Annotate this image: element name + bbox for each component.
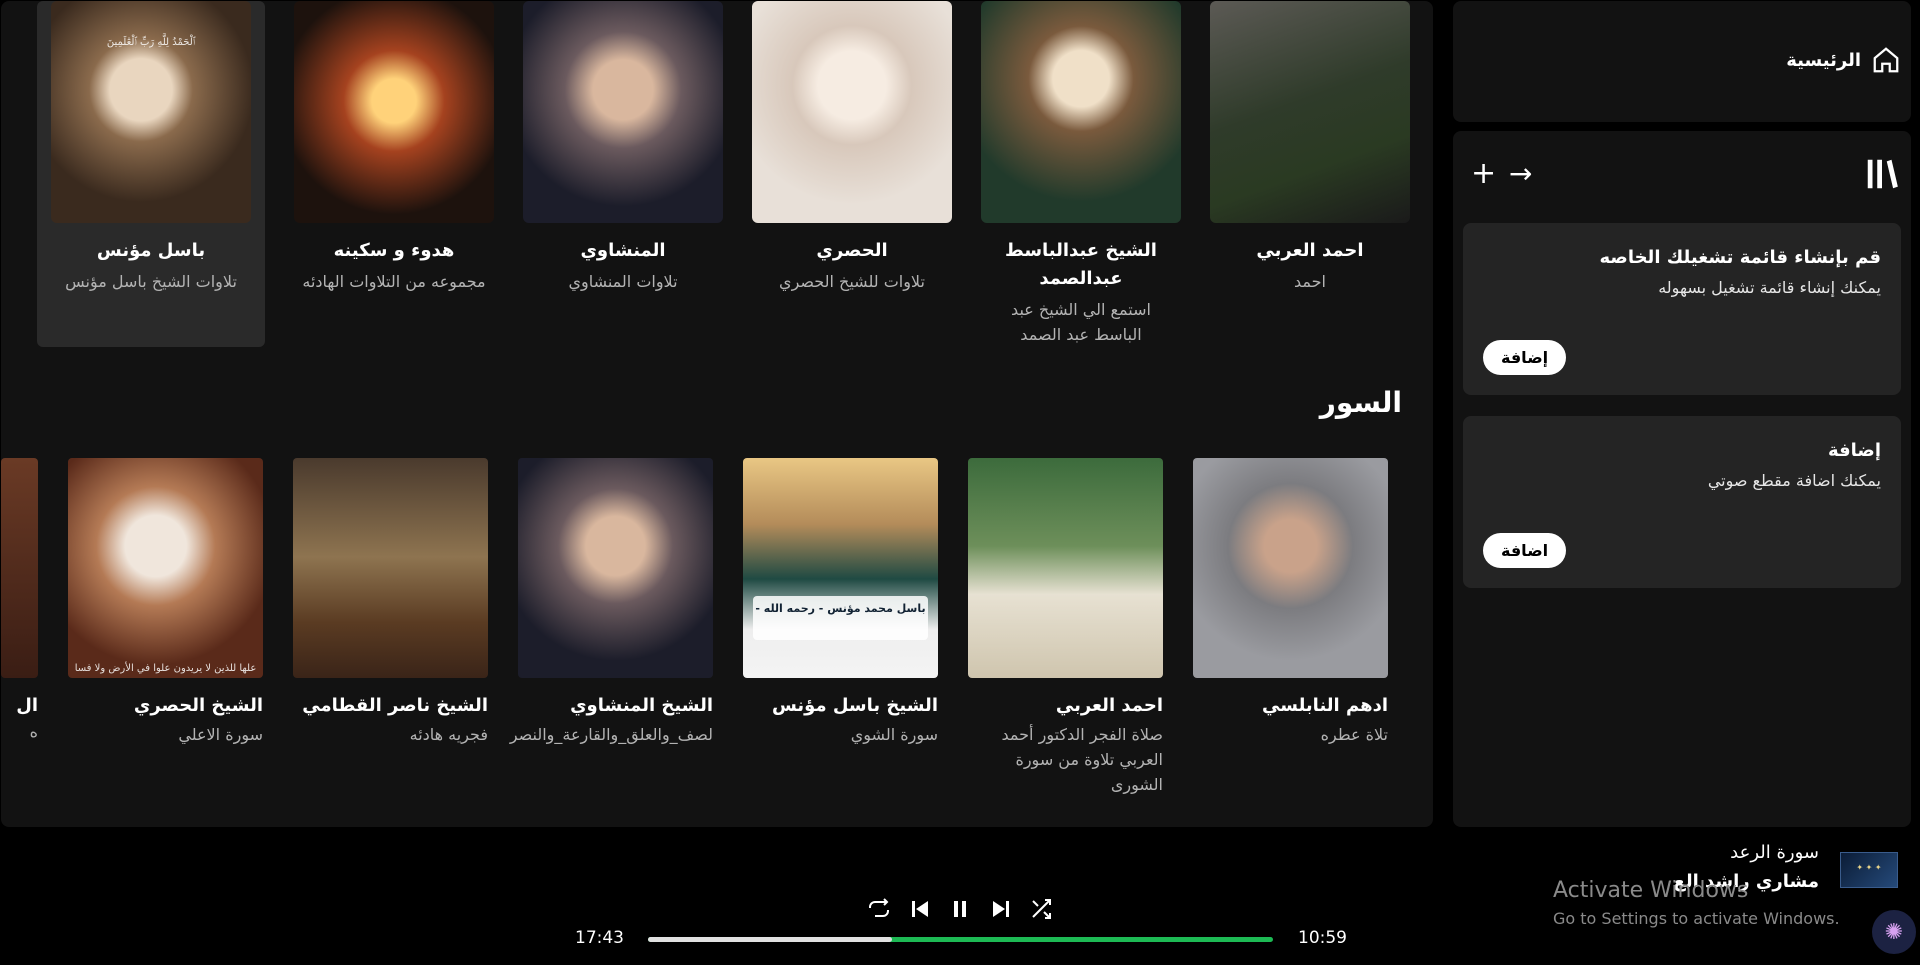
cover-image: [294, 1, 494, 223]
card-subtitle: تلاوات للشيخ الحصري: [779, 272, 925, 291]
playback-controls: [865, 894, 1055, 924]
card-subtitle: سورة الاعلي: [178, 725, 263, 744]
cover-image: [1210, 1, 1410, 223]
surahs-row: ادهم النابلسي تلاة عطره احمد العربي صلاة…: [68, 458, 1388, 797]
shuffle-button[interactable]: [1027, 895, 1055, 923]
card-subtitle: فجريه هادئه: [409, 725, 488, 744]
arrow-right-icon[interactable]: →: [1509, 159, 1532, 189]
playlist-card[interactable]: الحصري تلاوات للشيخ الحصري: [752, 1, 952, 347]
cover-image: [752, 1, 952, 223]
skip-back-icon: [911, 901, 928, 917]
cover-overlay-text: علها للذين لا يريدون علوا في الأرض ولا ف…: [74, 663, 257, 674]
card-title: الشيخ ناصر القطامي: [302, 695, 488, 716]
cover-overlay-text: ﭐﻟْﺤَﻤْﺪُ ﻟِﻠَّﻪِ ﺭَﺏِّ ﭐﻟْﻌَٰﻠَﻤِﻴﻦَ: [106, 37, 196, 48]
card-subtitle: تلاوات المنشاوي: [568, 272, 678, 291]
box-text: يمكنك إنشاء قائمة تشغيل بسهوله: [1658, 278, 1881, 297]
cover-image: [518, 458, 713, 678]
assistant-icon[interactable]: ✺: [1872, 910, 1916, 954]
cover-image: باسل محمد مؤنس - رحمه الله -: [743, 458, 938, 678]
skip-forward-icon: [992, 901, 1009, 917]
pause-button[interactable]: [946, 895, 974, 923]
playlist-card-hovered[interactable]: ﭐﻟْﺤَﻤْﺪُ ﻟِﻠَّﻪِ ﺭَﺏِّ ﭐﻟْﻌَٰﻠَﻤِﻴﻦَ با…: [37, 1, 265, 347]
cover-image: ﭐﻟْﺤَﻤْﺪُ ﻟِﻠَّﻪِ ﺭَﺏِّ ﭐﻟْﻌَٰﻠَﻤِﻴﻦَ: [51, 1, 251, 223]
library-icon[interactable]: [1863, 155, 1901, 193]
repeat-button[interactable]: [865, 895, 893, 923]
card-title: الشيخ المنشاوي: [570, 695, 713, 716]
sidebar-nav: الرئيسية: [1453, 1, 1911, 122]
progress-fill: [648, 937, 892, 942]
card-title: ادهم النابلسي: [1262, 695, 1388, 716]
home-link[interactable]: الرئيسية: [1786, 45, 1901, 75]
add-audio-box: إضافة يمكنك اضافة مقطع صوتي اضافة: [1463, 416, 1901, 588]
previous-button[interactable]: [906, 895, 934, 923]
card-subtitle: مجموعه من التلاوات الهادئه: [302, 272, 486, 291]
card-title: باسل مؤنس: [96, 240, 206, 261]
home-icon: [1873, 47, 1899, 73]
card-title: الشيخ باسل مؤنس: [771, 695, 938, 716]
card-subtitle: صلاة الفجر الدكتور أحمد العربي تلاوة من …: [1001, 725, 1163, 794]
surah-card[interactable]: احمد العربي صلاة الفجر الدكتور أحمد العر…: [968, 458, 1163, 797]
cover-caption-bar: باسل محمد مؤنس - رحمه الله -: [753, 596, 928, 640]
cover-image: [981, 1, 1181, 223]
playlists-row: احمد العربي احمد الشيخ عبدالباسط عبدالصم…: [37, 1, 1410, 347]
card-title: الشيخ الحصري: [133, 695, 263, 716]
create-playlist-box: قم بإنشاء قائمة تشغيلك الخاصه يمكنك إنشا…: [1463, 223, 1901, 395]
library-header: + →: [1453, 151, 1911, 197]
cover-image: علها للذين لا يريدون علوا في الأرض ولا ف…: [68, 458, 263, 678]
now-playing-cover[interactable]: ✦ ✦ ✦: [1840, 852, 1898, 888]
surah-card[interactable]: ادهم النابلسي تلاة عطره: [1193, 458, 1388, 797]
activate-title: Activate Windows: [1553, 878, 1749, 903]
shuffle-icon: [1032, 899, 1051, 919]
main-content: احمد العربي احمد الشيخ عبدالباسط عبدالصم…: [1, 1, 1433, 827]
card-subtitle: احمد: [1294, 272, 1326, 291]
progress-bar[interactable]: [648, 937, 1273, 942]
card-title: هدوء و سكينه: [333, 240, 455, 261]
elapsed-time: 10:59: [1298, 928, 1347, 948]
home-label: الرئيسية: [1786, 49, 1861, 71]
repeat-icon: [869, 898, 889, 917]
cover-image: [1193, 458, 1388, 678]
create-playlist-button[interactable]: إضافة: [1483, 340, 1567, 375]
card-title: المنشاوي: [580, 240, 666, 261]
track-title[interactable]: سورة الرعد: [1730, 842, 1819, 863]
plus-icon[interactable]: +: [1471, 159, 1496, 189]
box-heading: إضافة: [1827, 440, 1881, 461]
player-bar: ✦ ✦ ✦ سورة الرعد مشاري راشد الع 17:43 10…: [0, 828, 1920, 965]
surah-card[interactable]: علها للذين لا يريدون علوا في الأرض ولا ف…: [68, 458, 263, 797]
playlist-card[interactable]: الشيخ عبدالباسط عبدالصمد استمع الي الشيخ…: [981, 1, 1181, 347]
section-heading: السور: [1319, 386, 1402, 419]
card-subtitle: تلاوات الشيخ باسل مؤنس: [65, 272, 237, 291]
cover-image: [968, 458, 1163, 678]
activate-subtitle: Go to Settings to activate Windows.: [1553, 909, 1840, 928]
cover-overlay-text: باسل محمد مؤنس - رحمه الله -: [755, 602, 926, 615]
cover-image: [293, 458, 488, 678]
card-title: ال: [16, 695, 38, 716]
card-subtitle: سورة الشوي: [850, 725, 938, 744]
duration-time: 17:43: [575, 928, 624, 948]
card-title: احمد العربي: [1055, 695, 1163, 716]
cover-image: [523, 1, 723, 223]
card-subtitle: تلاة عطره: [1320, 725, 1388, 744]
playlist-card[interactable]: هدوء و سكينه مجموعه من التلاوات الهادئه: [294, 1, 494, 347]
surah-card[interactable]: باسل محمد مؤنس - رحمه الله - الشيخ باسل …: [743, 458, 938, 797]
add-audio-button[interactable]: اضافة: [1483, 533, 1567, 568]
card-subtitle: ه: [29, 722, 38, 741]
next-button[interactable]: [987, 895, 1015, 923]
card-subtitle: استمع الي الشيخ عبد الباسط عبد الصمد: [1011, 300, 1151, 344]
card-subtitle: لصف_والعلق_والقارعة_والنصر: [509, 725, 713, 744]
cover-image: [1, 458, 38, 678]
surah-card[interactable]: الشيخ المنشاوي لصف_والعلق_والقارعة_والنص…: [509, 458, 713, 797]
sidebar-library: + → قم بإنشاء قائمة تشغيلك الخاصه يمكنك …: [1453, 131, 1911, 827]
surah-card-partial[interactable]: ال ه: [1, 458, 38, 741]
playlist-card[interactable]: المنشاوي تلاوات المنشاوي: [523, 1, 723, 347]
card-title: احمد العربي: [1256, 240, 1364, 261]
box-heading: قم بإنشاء قائمة تشغيلك الخاصه: [1599, 247, 1881, 268]
card-title: الحصري: [816, 240, 888, 261]
card-title: الشيخ عبدالباسط عبدالصمد: [1005, 240, 1157, 289]
pause-icon: [954, 901, 966, 917]
playlist-card[interactable]: احمد العربي احمد: [1210, 1, 1410, 347]
surah-card[interactable]: الشيخ ناصر القطامي فجريه هادئه: [293, 458, 488, 797]
box-text: يمكنك اضافة مقطع صوتي: [1707, 471, 1881, 490]
activate-windows-notice: Activate Windows Go to Settings to activ…: [1553, 878, 1840, 928]
